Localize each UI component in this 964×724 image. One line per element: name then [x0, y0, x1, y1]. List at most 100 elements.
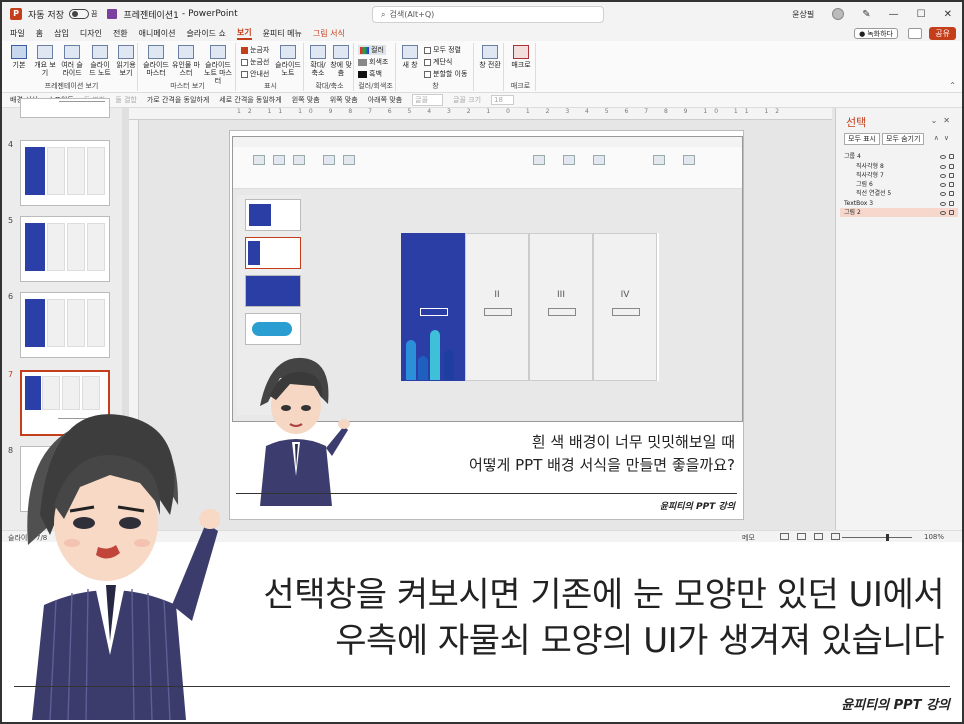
color-option[interactable]: 컬러 [358, 45, 386, 55]
minimize-icon[interactable]: — [889, 9, 899, 20]
lock-icon[interactable] [949, 210, 954, 215]
tab-insert[interactable]: 삽입 [54, 28, 69, 39]
slide-thumbnail[interactable] [20, 98, 110, 118]
search-input[interactable]: ⌕ 검색(Alt+Q) [372, 6, 604, 23]
eye-icon[interactable] [940, 201, 946, 206]
eye-icon[interactable] [940, 154, 946, 159]
handout-master-button[interactable]: 유인물 마스터 [172, 45, 200, 77]
user-name: 윤상필 [792, 9, 815, 19]
slide-thumbnail[interactable] [20, 216, 110, 282]
selection-item[interactable]: 그룹 4 [840, 152, 958, 161]
lock-icon[interactable] [949, 154, 954, 159]
selection-item-selected[interactable]: 그림 2 [840, 208, 958, 217]
tab-file[interactable]: 파일 [10, 28, 25, 39]
slide-thumbnail[interactable] [20, 140, 110, 206]
ruler-checkbox[interactable]: 눈금자 [241, 45, 269, 55]
selection-item[interactable]: 직사각형 7 [840, 171, 958, 180]
autosave-toggle[interactable] [68, 9, 89, 19]
selection-item[interactable]: 직사각형 8 [840, 162, 958, 171]
switch-windows-button[interactable]: 창 전환 [478, 45, 502, 69]
fit-to-window-button[interactable]: 창에 맞춤 [330, 45, 352, 77]
slide-caption: 흰 색 배경이 너무 밋밋해보일 때 어떻게 PPT 배경 서식을 만들면 좋을… [469, 431, 735, 477]
align-top-button[interactable]: 위쪽 맞춤 [330, 95, 358, 105]
save-icon[interactable] [107, 9, 118, 19]
combine-shapes-button[interactable]: 둘 결합 [115, 95, 137, 105]
comment-button[interactable] [908, 28, 922, 39]
pane-options-icon[interactable]: ⌄ [931, 116, 944, 125]
sorter-view-icon[interactable] [797, 533, 806, 540]
guides-checkbox[interactable]: 안내선 [241, 69, 269, 79]
normal-view-icon[interactable] [780, 533, 789, 540]
show-all-button[interactable]: 모두 표시 [844, 133, 880, 145]
gridlines-checkbox[interactable]: 눈금선 [241, 57, 269, 67]
cascade-button[interactable]: 계단식 [424, 57, 452, 67]
macros-button[interactable]: 매크로 [509, 45, 533, 69]
title-bar: P 자동 저장 끔 프레젠테이션1 - PowerPoint ⌕ 검색(Alt+… [2, 2, 962, 26]
slide-thumbnail[interactable] [20, 292, 110, 358]
eye-icon[interactable] [940, 182, 946, 187]
selection-item[interactable]: 그림 6 [840, 180, 958, 189]
send-backward-icon[interactable]: ∨ [944, 134, 954, 142]
notes-toggle[interactable]: 메모 [742, 533, 755, 543]
collapse-ribbon-icon[interactable]: ⌃ [949, 81, 956, 90]
eye-icon[interactable] [940, 210, 946, 215]
align-left-button[interactable]: 왼쪽 맞춤 [292, 95, 320, 105]
move-split-button[interactable]: 분할할 이동 [424, 69, 467, 79]
tab-design[interactable]: 디자인 [80, 28, 102, 39]
slide-canvas[interactable]: II III IV 흰 색 배경이 너무 밋밋해보일 때 어떻게 PPT 배경 … [229, 130, 744, 520]
lock-icon[interactable] [949, 191, 954, 196]
notes-button[interactable]: 슬라이드 노트 [274, 45, 302, 77]
blackwhite-option[interactable]: 흑백 [358, 69, 382, 79]
normal-view-button[interactable]: 기본 [8, 45, 30, 69]
align-bottom-button[interactable]: 아래쪽 맞춤 [368, 95, 402, 105]
selection-item[interactable]: 직선 연결선 5 [840, 189, 958, 198]
lock-icon[interactable] [949, 182, 954, 187]
zoom-level[interactable]: 108% [924, 533, 944, 541]
eye-icon[interactable] [940, 173, 946, 178]
notes-page-button[interactable]: 슬라이드 노트 [88, 45, 112, 77]
search-placeholder: 검색(Alt+Q) [389, 10, 435, 19]
tab-custom-menu[interactable]: 윤피티 메뉴 [263, 28, 302, 39]
color-swatch-icon [360, 46, 369, 54]
reading-view-button[interactable]: 읽기용 보기 [114, 45, 138, 77]
tab-animations[interactable]: 애니메이션 [139, 28, 176, 39]
bring-forward-icon[interactable]: ∧ [934, 134, 944, 142]
arrange-all-button[interactable]: 모두 정렬 [424, 45, 461, 55]
reading-view-icon[interactable] [814, 533, 823, 540]
notes-master-button[interactable]: 슬라이드 노트 마스터 [202, 45, 234, 85]
tab-home[interactable]: 홈 [36, 28, 43, 39]
lock-icon[interactable] [949, 201, 954, 206]
grayscale-option[interactable]: 회색조 [358, 57, 388, 67]
selection-item[interactable]: TextBox 3 [840, 199, 958, 208]
slide-sorter-button[interactable]: 여러 슬라이드 [60, 45, 84, 77]
share-button[interactable]: 공유 [929, 27, 956, 40]
pen-icon[interactable]: ✎ [862, 9, 870, 20]
avatar[interactable] [832, 8, 845, 20]
lock-icon[interactable] [949, 164, 954, 169]
new-window-button[interactable]: 새 창 [400, 45, 420, 69]
slide-master-button[interactable]: 슬라이드 마스터 [142, 45, 170, 77]
tab-slideshow[interactable]: 슬라이드 쇼 [186, 28, 225, 39]
lock-icon[interactable] [949, 173, 954, 178]
zoom-slider-handle[interactable] [886, 534, 889, 541]
hide-all-button[interactable]: 모두 숨기기 [882, 133, 925, 145]
tab-picture-format[interactable]: 그림 서식 [313, 28, 345, 39]
outline-view-button[interactable]: 개요 보기 [34, 45, 56, 77]
record-button[interactable]: ● 녹화하다 [854, 28, 898, 39]
distribute-vertical-button[interactable]: 세로 간격을 동일하게 [219, 95, 281, 105]
slideshow-icon[interactable] [831, 533, 840, 540]
eye-icon[interactable] [940, 164, 946, 169]
tab-view[interactable]: 보기 [236, 27, 252, 40]
maximize-icon[interactable]: ☐ [917, 9, 926, 20]
close-icon[interactable]: ✕ [944, 9, 952, 20]
group-macros: 매크로 매크로 [506, 43, 536, 91]
zoom-slider[interactable] [842, 537, 912, 538]
embedded-slide: II III IV [401, 233, 659, 381]
tab-transitions[interactable]: 전환 [113, 28, 128, 39]
eye-icon[interactable] [940, 191, 946, 196]
close-icon[interactable]: ✕ [943, 116, 956, 125]
font-size-select[interactable]: 18 [491, 95, 514, 105]
zoom-button[interactable]: 확대/축소 [308, 45, 328, 77]
font-select[interactable]: 글꼴 [412, 94, 444, 106]
distribute-horizontal-button[interactable]: 가로 간격을 동일하게 [147, 95, 209, 105]
